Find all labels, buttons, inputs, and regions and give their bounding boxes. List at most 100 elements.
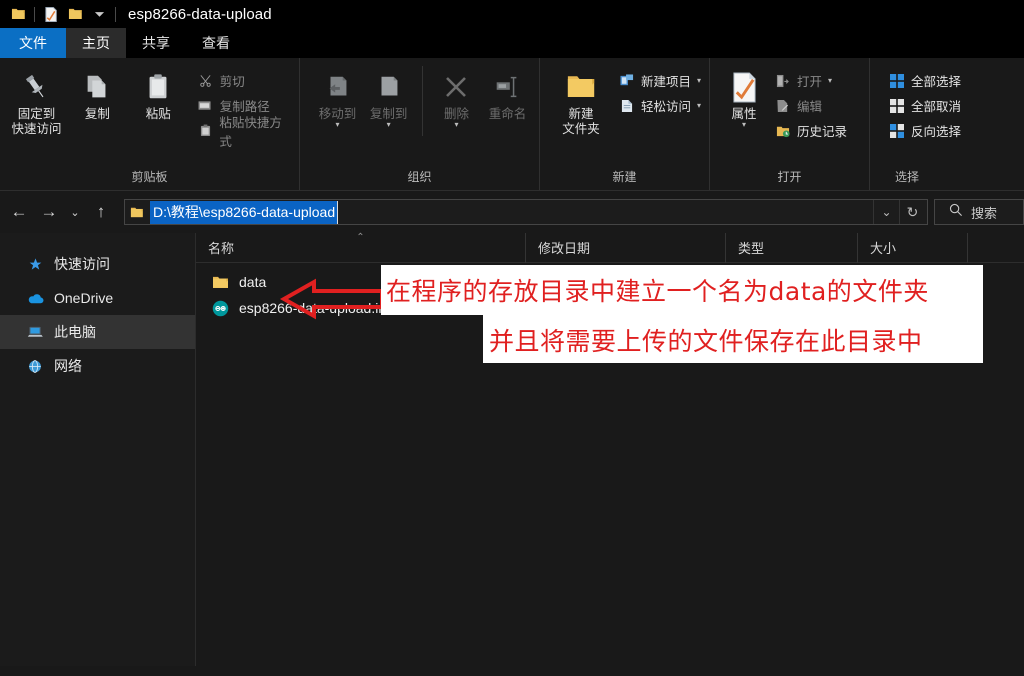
search-icon [949, 203, 963, 222]
paste-shortcut-label: 粘贴快捷方式 [219, 112, 293, 150]
column-label-name: 名称 [208, 238, 234, 257]
clipboard-small-commands: 剪切 复制路径 粘贴快捷方式 [197, 64, 293, 139]
file-explorer-window: esp8266-data-upload 文件 主页 共享 查看 固定到 快速访问 [0, 0, 1024, 676]
new-item-button[interactable]: 新建项目 ▾ [618, 72, 701, 89]
ribbon-group-label-select: 选择 [870, 168, 1024, 188]
column-header-size[interactable]: 大小 [858, 233, 968, 263]
easy-access-icon [618, 99, 635, 113]
easy-access-button[interactable]: 轻松访问 ▾ [618, 97, 701, 114]
ribbon: 固定到 快速访问 复制 粘贴 [0, 58, 1024, 191]
forward-button[interactable]: → [34, 197, 64, 227]
history-button[interactable]: 历史记录 [774, 122, 847, 139]
window-title: esp8266-data-upload [128, 6, 272, 23]
address-dropdown-button[interactable]: ⌄ [873, 200, 899, 224]
sidebar-item-quick-access[interactable]: 快速访问 [0, 247, 195, 281]
tab-share[interactable]: 共享 [126, 28, 186, 58]
chevron-down-icon: ⌄ [881, 205, 891, 219]
tab-file[interactable]: 文件 [0, 28, 66, 58]
move-to-button[interactable]: 移动到 ▾ [312, 64, 363, 128]
copy-button[interactable]: 复制 [67, 64, 128, 122]
network-icon [26, 359, 44, 374]
tab-home[interactable]: 主页 [66, 28, 126, 58]
cut-button[interactable]: 剪切 [197, 72, 293, 89]
ribbon-tab-bar: 文件 主页 共享 查看 [0, 28, 1024, 58]
new-folder-button[interactable]: 新建 文件夹 [550, 64, 612, 137]
rename-label: 重命名 [489, 107, 527, 122]
column-label-date: 修改日期 [538, 238, 590, 257]
file-list-pane: 名称 ⌃ 修改日期 类型 大小 data [196, 233, 1024, 666]
title-bar: esp8266-data-upload [0, 0, 1024, 28]
quick-access-properties-icon[interactable] [39, 2, 63, 26]
copy-to-button[interactable]: 复制到 ▾ [363, 64, 414, 128]
edit-button[interactable]: 编辑 [774, 97, 847, 114]
sidebar-item-onedrive[interactable]: OneDrive [0, 281, 195, 315]
navigation-pane: 快速访问 OneDrive 此电脑 网络 [0, 233, 196, 666]
copy-path-icon [197, 100, 214, 112]
column-header-type[interactable]: 类型 [726, 233, 858, 263]
table-row[interactable]: data [196, 269, 1024, 295]
paste-shortcut-icon [197, 124, 214, 137]
quick-access-new-folder-icon[interactable] [63, 2, 87, 26]
sidebar-item-this-pc[interactable]: 此电脑 [0, 315, 195, 349]
copy-to-chevron-icon[interactable]: ▾ [387, 122, 391, 128]
copy-label: 复制 [85, 107, 110, 122]
computer-icon [26, 325, 44, 340]
ribbon-group-organize: 移动到 ▾ 复制到 ▾ 删除 ▾ [300, 58, 540, 190]
refresh-button[interactable]: ↻ [899, 200, 925, 224]
new-item-chevron-icon[interactable]: ▾ [697, 76, 701, 85]
select-none-button[interactable]: 全部取消 [888, 97, 961, 114]
file-name-data: data [239, 274, 266, 290]
table-row[interactable]: esp8266-data-upload.ino [196, 295, 1024, 321]
recent-chevron-icon: ⌄ [70, 206, 79, 219]
scissors-icon [197, 74, 214, 87]
column-header-row: 名称 ⌃ 修改日期 类型 大小 [196, 233, 1024, 263]
move-to-chevron-icon[interactable]: ▾ [336, 122, 340, 128]
ribbon-group-new: 新建 文件夹 新建项目 ▾ 轻松访问 [540, 58, 710, 190]
file-rows: data esp8266-data-upload.ino [196, 263, 1024, 321]
pin-to-quick-access-button[interactable]: 固定到 快速访问 [6, 64, 67, 137]
back-arrow-icon: ← [11, 202, 28, 222]
address-path-text[interactable]: D:\教程\esp8266-data-upload [150, 201, 338, 224]
new-small-commands: 新建项目 ▾ 轻松访问 ▾ [618, 64, 701, 114]
address-bar[interactable]: D:\教程\esp8266-data-upload ⌄ ↻ [124, 199, 928, 225]
easy-access-label: 轻松访问 [641, 96, 691, 115]
delete-icon [442, 70, 470, 104]
new-item-icon [618, 74, 635, 88]
select-all-button[interactable]: 全部选择 [888, 72, 961, 89]
move-to-icon [323, 70, 353, 104]
navigation-bar: ← → ⌄ ↑ D:\教程\esp8266-data-upload ⌄ ↻ [0, 191, 1024, 233]
properties-button[interactable]: 属性 ▾ [720, 64, 768, 128]
ribbon-group-clipboard: 固定到 快速访问 复制 粘贴 [0, 58, 300, 190]
delete-chevron-icon[interactable]: ▾ [454, 122, 458, 128]
back-button[interactable]: ← [4, 197, 34, 227]
up-button[interactable]: ↑ [86, 197, 116, 227]
open-button[interactable]: 打开 ▾ [774, 72, 847, 89]
tab-view[interactable]: 查看 [186, 28, 246, 58]
new-folder-label: 新建 文件夹 [562, 107, 600, 137]
search-box[interactable]: 搜索 [934, 199, 1024, 225]
invert-selection-button[interactable]: 反向选择 [888, 122, 961, 139]
recent-locations-button[interactable]: ⌄ [64, 197, 86, 227]
column-header-name[interactable]: 名称 ⌃ [196, 233, 526, 263]
folder-icon [210, 275, 230, 290]
star-icon [26, 257, 44, 272]
properties-chevron-icon[interactable]: ▾ [742, 122, 746, 128]
copy-icon [82, 70, 112, 104]
ribbon-group-label-organize: 组织 [300, 168, 539, 188]
ribbon-group-open: 属性 ▾ 打开 ▾ 编辑 [710, 58, 870, 190]
sidebar-label-network: 网络 [54, 356, 82, 376]
quick-access-folder-icon[interactable] [6, 2, 30, 26]
cut-label: 剪切 [220, 71, 245, 90]
explorer-body: 快速访问 OneDrive 此电脑 网络 [0, 233, 1024, 666]
easy-access-chevron-icon[interactable]: ▾ [697, 101, 701, 110]
select-none-label: 全部取消 [911, 96, 961, 115]
sidebar-item-network[interactable]: 网络 [0, 349, 195, 383]
delete-button[interactable]: 删除 ▾ [431, 64, 482, 128]
paste-icon [143, 70, 173, 104]
open-chevron-icon[interactable]: ▾ [828, 76, 832, 85]
rename-button[interactable]: 重命名 [482, 64, 533, 122]
quick-access-customize-chevron-icon[interactable] [87, 2, 111, 26]
column-header-date-modified[interactable]: 修改日期 [526, 233, 726, 263]
paste-shortcut-button[interactable]: 粘贴快捷方式 [197, 122, 293, 139]
paste-button[interactable]: 粘贴 [128, 64, 189, 122]
